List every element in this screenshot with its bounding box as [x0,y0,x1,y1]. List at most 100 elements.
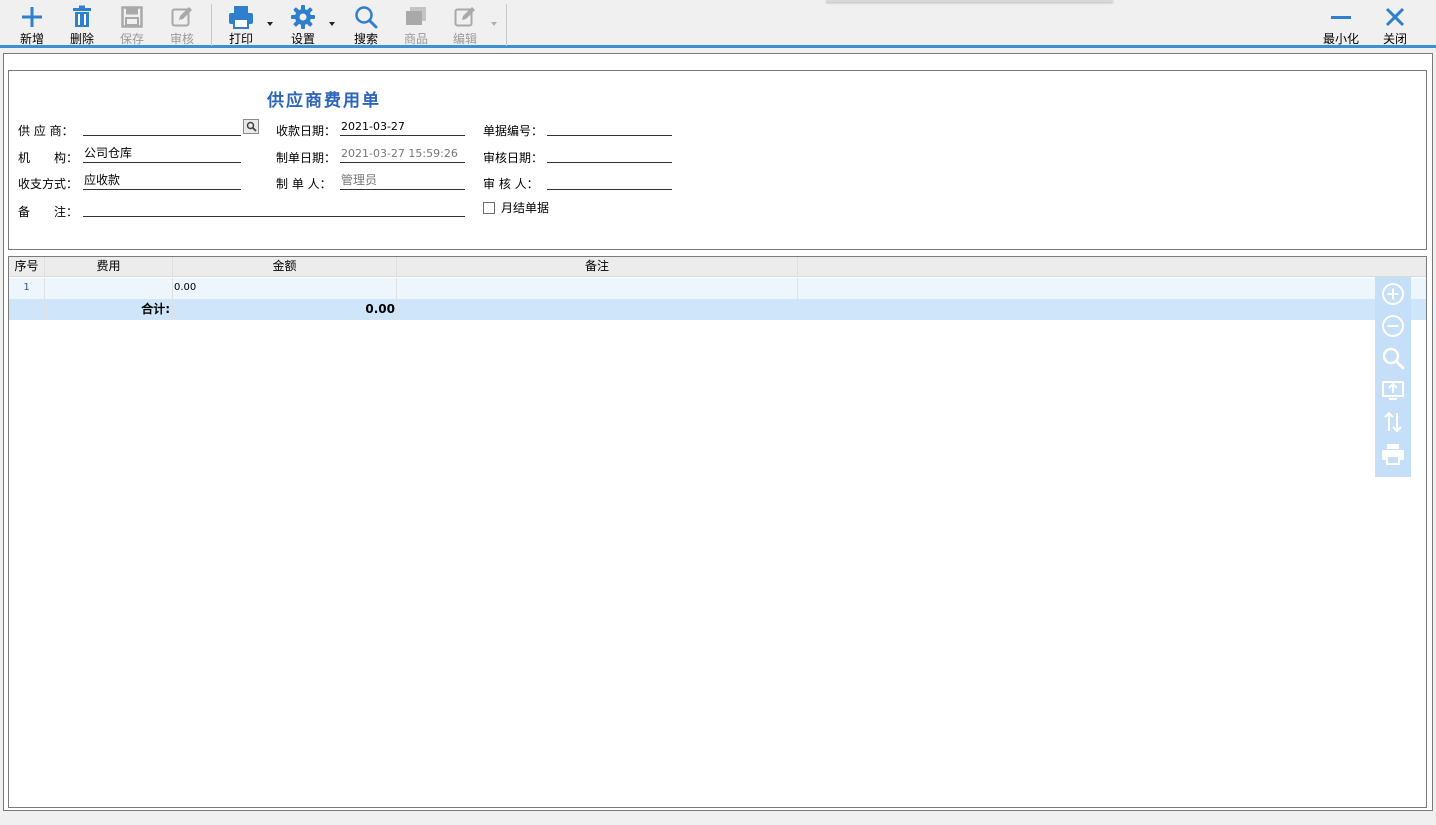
summary-filler-cell [798,299,1426,320]
new-button[interactable]: 新增 [17,2,47,48]
doc-no-label: 单据编号： [483,124,544,138]
search-icon [351,2,381,32]
monthly-checkbox-group[interactable]: 月结单据 [483,199,549,216]
auditor-field [547,173,672,190]
doc-no-field[interactable] [547,119,672,136]
summary-seq-cell [9,299,45,320]
settings-dropdown-caret[interactable] [329,22,335,26]
remark-label: 备 注： [18,205,79,219]
trash-icon [67,2,97,32]
col-header-seq[interactable]: 序号 [9,257,45,276]
grid-print-button[interactable] [1375,438,1411,470]
close-button[interactable]: 关闭 [1380,2,1410,48]
save-icon [117,2,147,32]
magnifier-icon [246,121,257,132]
audit-button[interactable]: 审核 [167,2,197,48]
goods-label: 商品 [403,32,428,46]
export-button[interactable] [1375,374,1411,406]
status-bar [0,812,1436,825]
auditor-label: 审 核 人： [483,177,539,191]
delete-label: 删除 [69,32,94,46]
summary-label: 合计: [45,299,173,320]
creator-label: 制 单 人： [276,177,332,191]
col-header-filler [798,257,1426,276]
summary-amount: 0.00 [173,299,397,320]
goods-icon [401,2,431,32]
edit-button[interactable]: 编辑 [450,2,480,48]
sort-icon [1384,411,1402,433]
print-button[interactable]: 打印 [226,2,256,48]
sort-button[interactable] [1375,406,1411,438]
grid-tool-strip [1375,277,1411,477]
magnify-icon [1382,347,1405,370]
toolbar: 新增 删除 保存 审核 打印 设置 搜索 商品 编辑 最小化 关闭 [0,0,1436,48]
delete-button[interactable]: 删除 [67,2,97,48]
gear-icon [288,2,318,32]
detail-grid: 序号 费用 金额 备注 1 0.00 合计: 0.00 [8,256,1427,808]
row-filler-cell [798,278,1426,299]
edit-label: 编辑 [452,32,477,46]
search-label: 搜索 [353,32,378,46]
supplier-lookup-button[interactable] [243,119,259,134]
print-dropdown-caret[interactable] [267,22,273,26]
minimize-label: 最小化 [1322,32,1359,46]
grid-header: 序号 费用 金额 备注 [9,257,1426,277]
pay-type-field[interactable]: 应收款 [83,173,241,190]
screen-export-icon [1382,381,1404,400]
col-header-note[interactable]: 备注 [397,257,798,276]
creator-field: 管理员 [340,173,465,190]
audit-icon [167,2,197,32]
row-fee-cell[interactable] [45,278,173,299]
printer-icon [226,2,256,32]
toolbar-separator [506,4,507,46]
create-date-field: 2021-03-27 15:59:26 [340,146,465,163]
supplier-label: 供 应 商： [18,124,74,138]
col-header-amount[interactable]: 金额 [173,257,397,276]
find-button[interactable] [1375,342,1411,374]
close-icon [1380,2,1410,32]
print-icon [1382,444,1404,465]
remove-row-button[interactable] [1375,310,1411,342]
supplier-field[interactable] [83,119,241,136]
add-row-button[interactable] [1375,278,1411,310]
row-amount-cell[interactable]: 0.00 [173,278,397,299]
create-date-label: 制单日期： [276,151,337,165]
row-seq-cell: 1 [9,278,45,299]
audit-date-label: 审核日期： [483,151,544,165]
dropdown-edge [826,0,1113,2]
search-button[interactable]: 搜索 [351,2,381,48]
receive-date-field[interactable]: 2021-03-27 [340,119,465,136]
plus-icon [17,2,47,32]
save-label: 保存 [119,32,144,46]
table-row[interactable]: 1 0.00 [9,278,1426,299]
zoom-out-icon [1382,315,1404,337]
document-panel: 供应商费用单 供 应 商： 机 构： 公司仓库 收支方式： 应收款 备 注： 收… [3,53,1433,811]
receive-date-label: 收款日期： [276,124,337,138]
summary-note-cell [397,299,798,320]
edit-icon [450,2,480,32]
minimize-icon [1326,2,1356,32]
audit-date-field [547,146,672,163]
row-note-cell[interactable] [397,278,798,299]
audit-label: 审核 [169,32,194,46]
monthly-label: 月结单据 [501,201,550,215]
header-form: 供应商费用单 供 应 商： 机 构： 公司仓库 收支方式： 应收款 备 注： 收… [8,70,1427,250]
new-label: 新增 [19,32,44,46]
col-header-fee[interactable]: 费用 [45,257,173,276]
close-label: 关闭 [1382,32,1407,46]
edit-dropdown-caret[interactable] [491,22,497,26]
save-button[interactable]: 保存 [117,2,147,48]
summary-row: 合计: 0.00 [9,299,1426,320]
toolbar-separator [211,4,212,46]
goods-button[interactable]: 商品 [401,2,431,48]
org-label: 机 构： [18,151,79,165]
form-title: 供应商费用单 [267,91,381,111]
org-field[interactable]: 公司仓库 [83,146,241,163]
print-label: 打印 [228,32,253,46]
settings-button[interactable]: 设置 [288,2,318,48]
remark-field[interactable] [83,200,465,217]
zoom-in-icon [1382,283,1404,305]
settings-label: 设置 [290,32,315,46]
minimize-button[interactable]: 最小化 [1322,2,1360,48]
monthly-checkbox[interactable] [483,201,495,214]
